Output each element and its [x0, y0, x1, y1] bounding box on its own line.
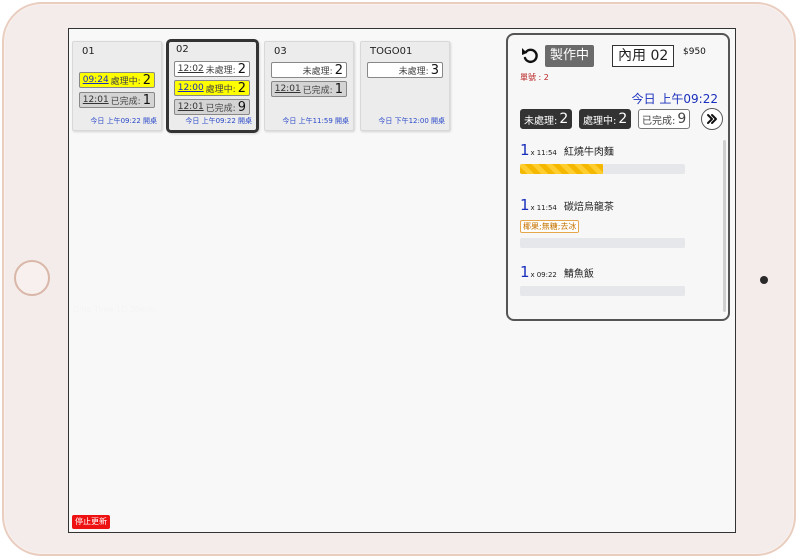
row-time: 12:00: [177, 83, 204, 93]
status-row-processing[interactable]: 09:24 處理中: 2: [79, 72, 155, 88]
row-time: 12:02: [177, 64, 204, 74]
camera: [760, 276, 768, 284]
row-time: 12:01: [177, 102, 204, 112]
row-label: 處理中:: [205, 84, 236, 95]
table-name: 01: [82, 46, 95, 57]
order-detail-panel: 製作中 內用 02 $950 單號 : 2 今日 上午09:22 未處理: 2 …: [506, 33, 730, 321]
row-label: 已完成:: [205, 103, 236, 114]
chip-label: 處理中:: [583, 115, 617, 127]
row-count: 9: [237, 99, 246, 115]
status-row-done[interactable]: 12:01 已完成: 9: [174, 99, 250, 115]
row-time: 09:24: [82, 75, 109, 85]
chip-count: 2: [559, 111, 569, 127]
item-x: x: [530, 149, 535, 157]
row-label: 未處理:: [302, 66, 333, 77]
kitchen-display-screen: 01 09:24 處理中: 2 12:01 已完成: 1 今日 上午09:22 …: [68, 28, 736, 533]
home-button[interactable]: [14, 260, 50, 296]
order-time: 今日 上午09:22: [631, 92, 718, 106]
row-count: 2: [237, 80, 246, 96]
status-row-done[interactable]: 12:01 已完成: 1: [79, 92, 155, 108]
chip-count: 2: [618, 111, 628, 127]
item-time: 09:22: [536, 271, 557, 279]
table-name: 03: [274, 46, 287, 57]
table-card-02[interactable]: 02 12:02 未處理: 2 12:00 處理中: 2 12:01 已完成: …: [166, 39, 259, 133]
next-order-button[interactable]: [701, 108, 723, 130]
row-label: 未處理:: [205, 65, 236, 76]
item-note: 椰果;無糖;去冰: [520, 220, 580, 233]
item-x: x: [530, 204, 535, 212]
chip-count: 9: [677, 111, 687, 127]
order-number: 單號 : 2: [520, 73, 549, 82]
row-count: 2: [237, 61, 246, 77]
order-item[interactable]: 1 x 11:54 碳焙烏龍茶 椰果;無糖;去冰: [520, 196, 690, 248]
table-name: 02: [176, 44, 189, 55]
ghost-text: Dine Time 1D 30min: [73, 305, 156, 314]
chip-processing[interactable]: 處理中: 2: [579, 109, 632, 129]
item-qty: 1: [520, 141, 530, 159]
order-item[interactable]: 1 x 11:54 紅燒牛肉麵: [520, 141, 690, 174]
chip-done[interactable]: 已完成: 9: [638, 109, 691, 129]
item-name: 碳焙烏龍茶: [563, 202, 614, 213]
row-label: 已完成:: [302, 85, 333, 96]
item-qty: 1: [520, 263, 530, 281]
table-card-togo01[interactable]: TOGO01 未處理: 3 今日 下午12:00 開桌: [360, 41, 450, 131]
row-count: 2: [142, 72, 151, 88]
chip-label: 未處理:: [524, 115, 558, 127]
row-count: 1: [334, 81, 343, 97]
open-time: 今日 上午11:59 開桌: [282, 117, 349, 125]
item-name: 紅燒牛肉麵: [563, 147, 614, 158]
row-time: 12:01: [82, 95, 109, 105]
item-time: 11:54: [536, 149, 557, 157]
status-row-pending[interactable]: 未處理: 3: [367, 62, 443, 78]
open-time: 今日 上午09:22 開桌: [90, 117, 157, 125]
order-amount: $950: [683, 47, 706, 57]
item-x: x: [530, 271, 535, 279]
row-label: 已完成:: [110, 96, 141, 107]
table-card-03[interactable]: 03 未處理: 2 12:01 已完成: 1 今日 上午11:59 開桌: [264, 41, 354, 131]
status-row-pending[interactable]: 12:02 未處理: 2: [174, 61, 250, 77]
status-badge[interactable]: 製作中: [545, 45, 595, 67]
row-count: 1: [142, 92, 151, 108]
row-time: 12:01: [274, 84, 301, 94]
item-progress: [520, 286, 685, 296]
status-row-done[interactable]: 12:01 已完成: 1: [271, 81, 347, 97]
stop-update-button[interactable]: 停止更新: [72, 515, 110, 529]
double-chevron-right-icon: [707, 114, 717, 124]
open-time: 今日 下午12:00 開桌: [378, 117, 445, 125]
undo-icon[interactable]: [520, 45, 540, 65]
item-time: 11:54: [536, 204, 557, 212]
table-name: TOGO01: [370, 46, 413, 57]
open-time: 今日 上午09:22 開桌: [185, 117, 252, 125]
table-badge: 內用 02: [612, 45, 675, 67]
table-card-01[interactable]: 01 09:24 處理中: 2 12:01 已完成: 1 今日 上午09:22 …: [72, 41, 162, 131]
item-name: 鯖魚飯: [563, 269, 594, 280]
item-progress: [520, 238, 685, 248]
item-progress: [520, 164, 685, 174]
item-qty: 1: [520, 196, 530, 214]
scrollbar[interactable]: [723, 140, 726, 312]
row-count: 3: [430, 62, 439, 78]
chip-label: 已完成:: [642, 115, 676, 127]
row-count: 2: [334, 62, 343, 78]
row-label: 處理中:: [110, 76, 141, 87]
item-progress-fill: [520, 164, 603, 174]
status-row-processing[interactable]: 12:00 處理中: 2: [174, 80, 250, 96]
order-item[interactable]: 1 x 09:22 鯖魚飯: [520, 263, 690, 296]
status-row-pending[interactable]: 未處理: 2: [271, 62, 347, 78]
chip-pending[interactable]: 未處理: 2: [520, 109, 573, 129]
row-label: 未處理:: [398, 66, 429, 77]
